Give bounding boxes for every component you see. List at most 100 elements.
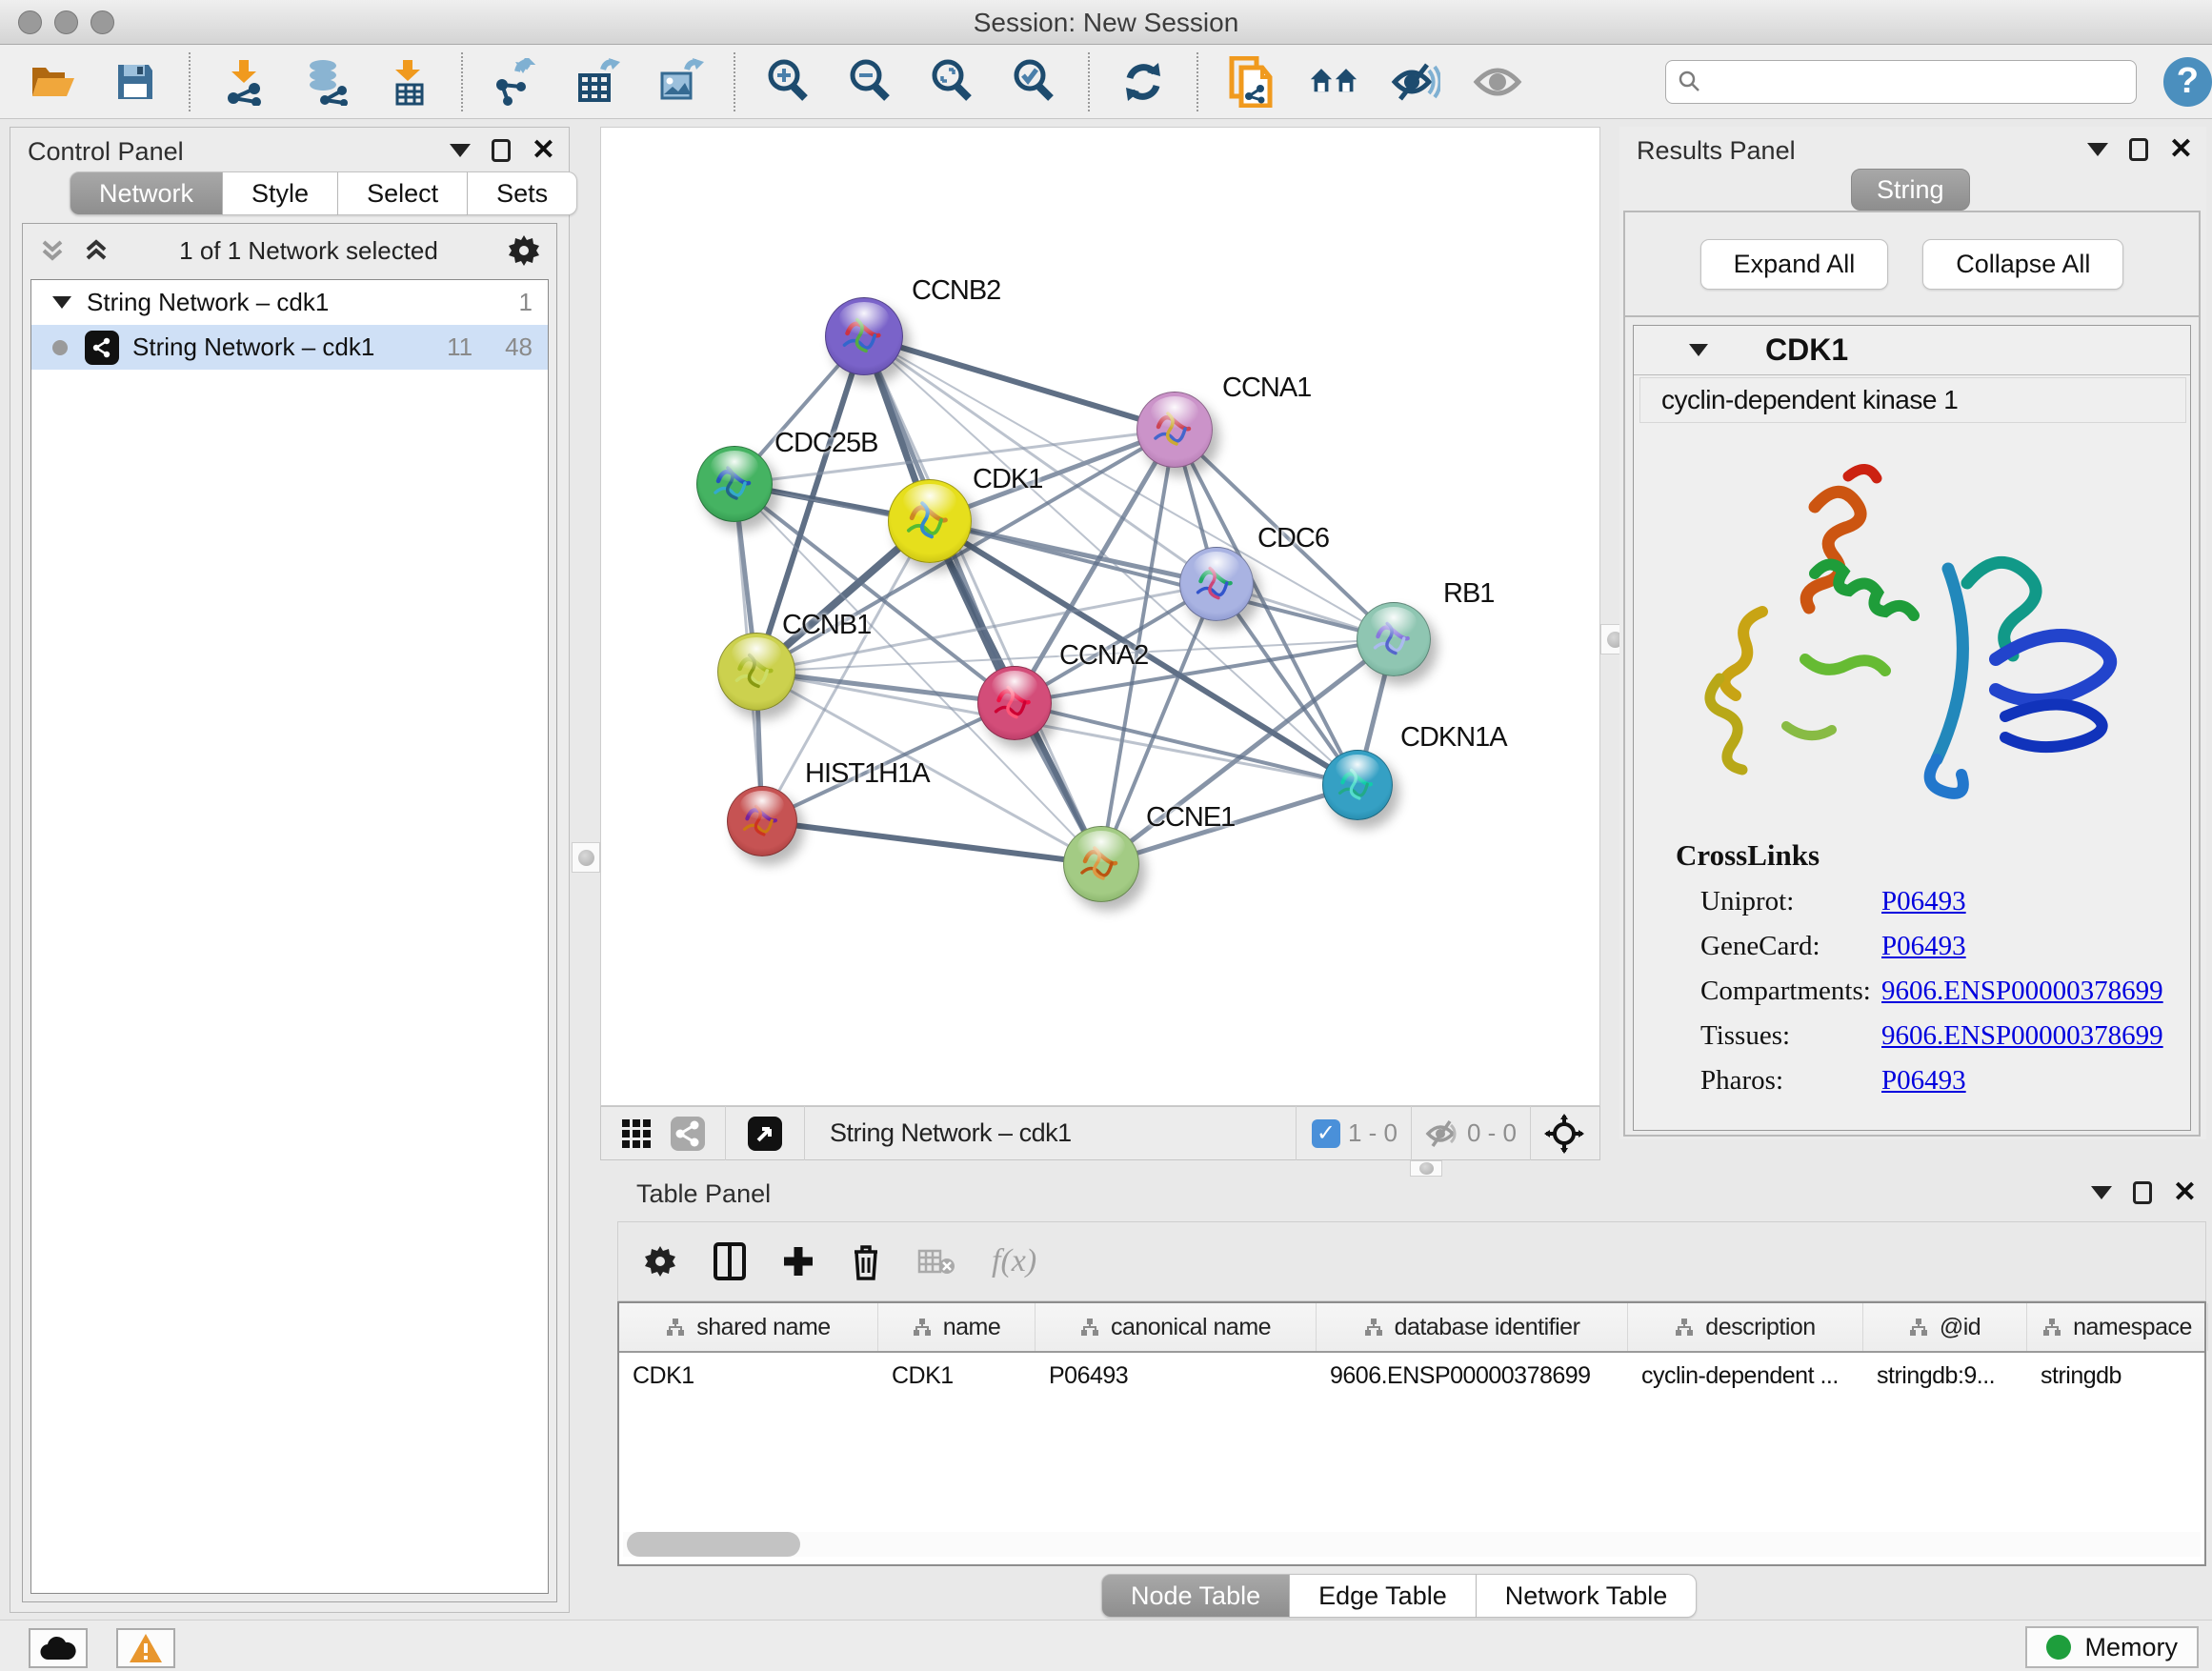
hidden-eye-slash-icon[interactable] [1425,1119,1459,1148]
column-header-id[interactable]: @id [1863,1303,2027,1351]
network-node-cdk1[interactable] [888,479,972,563]
import-network-file-icon[interactable] [219,57,269,107]
left-splitter-handle[interactable] [572,842,600,873]
table-options-gear-icon[interactable] [643,1244,677,1278]
save-session-icon[interactable] [111,57,160,107]
tab-sets[interactable]: Sets [468,171,577,215]
table-header-row: shared name name canonical name database… [619,1303,2204,1353]
collection-expand-icon[interactable] [52,296,71,309]
zoom-fit-icon[interactable] [928,57,977,107]
export-network-icon[interactable] [492,57,541,107]
table-cell[interactable]: stringdb [2027,1353,2208,1399]
grid-view-icon[interactable] [620,1117,653,1150]
panel-close-icon[interactable]: ✕ [532,139,555,162]
column-header-name[interactable]: name [878,1303,1036,1351]
import-table-icon[interactable] [383,57,432,107]
tab-string[interactable]: String [1851,169,1970,211]
table-row[interactable]: CDK1CDK1P064939606.ENSP00000378699cyclin… [619,1353,2204,1399]
expand-all-button[interactable]: Expand All [1700,239,1889,290]
network-canvas[interactable]: CCNB2 CCNA1 CDC25B CDK1 [600,127,1600,1106]
network-collection-row[interactable]: String Network – cdk1 1 [31,280,548,325]
tab-edge-table[interactable]: Edge Table [1290,1574,1477,1618]
tab-select[interactable]: Select [338,171,468,215]
help-icon[interactable]: ? [2163,57,2212,107]
selected-checkbox-icon[interactable]: ✓ [1312,1119,1340,1148]
table-cell[interactable]: P06493 [1036,1353,1317,1399]
add-column-icon[interactable] [782,1245,814,1278]
results-float-icon[interactable] [2129,138,2148,161]
import-network-database-icon[interactable] [301,57,351,107]
show-columns-icon[interactable] [714,1242,746,1280]
zoom-in-icon[interactable] [764,57,814,107]
tab-node-table[interactable]: Node Table [1101,1574,1290,1618]
column-header-shared-name[interactable]: shared name [619,1303,878,1351]
crosslink-link[interactable]: P06493 [1881,931,1966,962]
search-box[interactable] [1665,60,2137,104]
column-header-description[interactable]: description [1628,1303,1863,1351]
column-type-icon [1364,1318,1383,1337]
network-node-cdc6[interactable] [1179,547,1254,621]
warning-status-button[interactable] [116,1628,175,1668]
network-node-cdc25b[interactable] [696,446,773,522]
table-cell[interactable]: CDK1 [878,1353,1036,1399]
network-node-ccnb1[interactable] [717,633,795,711]
bottom-splitter-handle[interactable] [1410,1160,1442,1177]
network-node-cdkn1a[interactable] [1322,750,1393,820]
table-close-icon[interactable]: ✕ [2173,1181,2197,1204]
network-node-ccnb2[interactable] [825,297,903,375]
results-menu-icon[interactable] [2087,143,2108,156]
table-cell[interactable]: 9606.ENSP00000378699 [1317,1353,1628,1399]
tab-network-table[interactable]: Network Table [1477,1574,1698,1618]
search-icon [1678,70,1702,94]
crosslink-link[interactable]: 9606.ENSP00000378699 [1881,1020,2163,1052]
selected-counts: 1 - 0 [1348,1118,1398,1148]
crosslink-link[interactable]: 9606.ENSP00000378699 [1881,976,2163,1007]
network-node-hist1h1a[interactable] [727,786,797,856]
gene-card-collapse-icon[interactable] [1689,344,1708,356]
expand-all-chevrons-icon[interactable] [82,236,111,265]
panel-float-icon[interactable] [492,139,511,162]
cloud-status-button[interactable] [29,1628,88,1668]
network-node-ccna1[interactable] [1136,392,1213,468]
delete-column-icon[interactable] [851,1242,881,1280]
network-share-view-icon[interactable] [670,1116,706,1152]
export-table-icon[interactable] [573,57,623,107]
annotations-icon[interactable] [1227,57,1277,107]
table-cell[interactable]: cyclin-dependent ... [1628,1353,1863,1399]
table-hscrollbar-thumb[interactable] [627,1532,800,1557]
column-header-database-identifier[interactable]: database identifier [1317,1303,1628,1351]
tab-network[interactable]: Network [70,171,223,215]
collapse-all-button[interactable]: Collapse All [1922,239,2123,290]
zoom-selected-icon[interactable] [1010,57,1059,107]
panel-menu-icon[interactable] [450,144,471,157]
birds-eye-homes-icon[interactable] [1309,57,1358,107]
zoom-out-icon[interactable] [846,57,895,107]
network-node-ccne1[interactable] [1063,826,1139,902]
network-options-gear-icon[interactable] [507,233,541,268]
network-row[interactable]: String Network – cdk1 11 48 [31,325,548,370]
hide-selected-eye-slash-icon[interactable] [1391,57,1440,107]
control-panel-tabs: NetworkStyleSelectSets [70,171,577,215]
table-cell[interactable]: CDK1 [619,1353,878,1399]
fit-content-crosshair-icon[interactable] [1544,1114,1584,1154]
export-image-icon[interactable] [655,57,705,107]
network-node-ccna2[interactable] [977,666,1052,740]
table-menu-icon[interactable] [2091,1186,2112,1199]
tab-style[interactable]: Style [223,171,338,215]
crosslink-link[interactable]: P06493 [1881,1065,1966,1097]
collapse-all-chevrons-icon[interactable] [38,236,67,265]
crosslink-link[interactable]: P06493 [1881,886,1966,917]
refresh-icon[interactable] [1118,57,1168,107]
table-float-icon[interactable] [2133,1181,2152,1204]
network-node-rb1[interactable] [1357,602,1431,676]
column-header-namespace[interactable]: namespace [2027,1303,2208,1351]
birds-eye-toggle-icon[interactable] [747,1116,783,1152]
crosslink-row: Pharos:P06493 [1634,1065,2190,1097]
results-close-icon[interactable]: ✕ [2169,138,2193,161]
memory-button[interactable]: Memory [2025,1626,2199,1668]
search-input[interactable] [1702,69,2122,95]
table-cell[interactable]: stringdb:9... [1863,1353,2027,1399]
open-session-icon[interactable] [29,57,78,107]
column-header-canonical-name[interactable]: canonical name [1036,1303,1317,1351]
node-label-cdc6: CDC6 [1257,523,1329,554]
